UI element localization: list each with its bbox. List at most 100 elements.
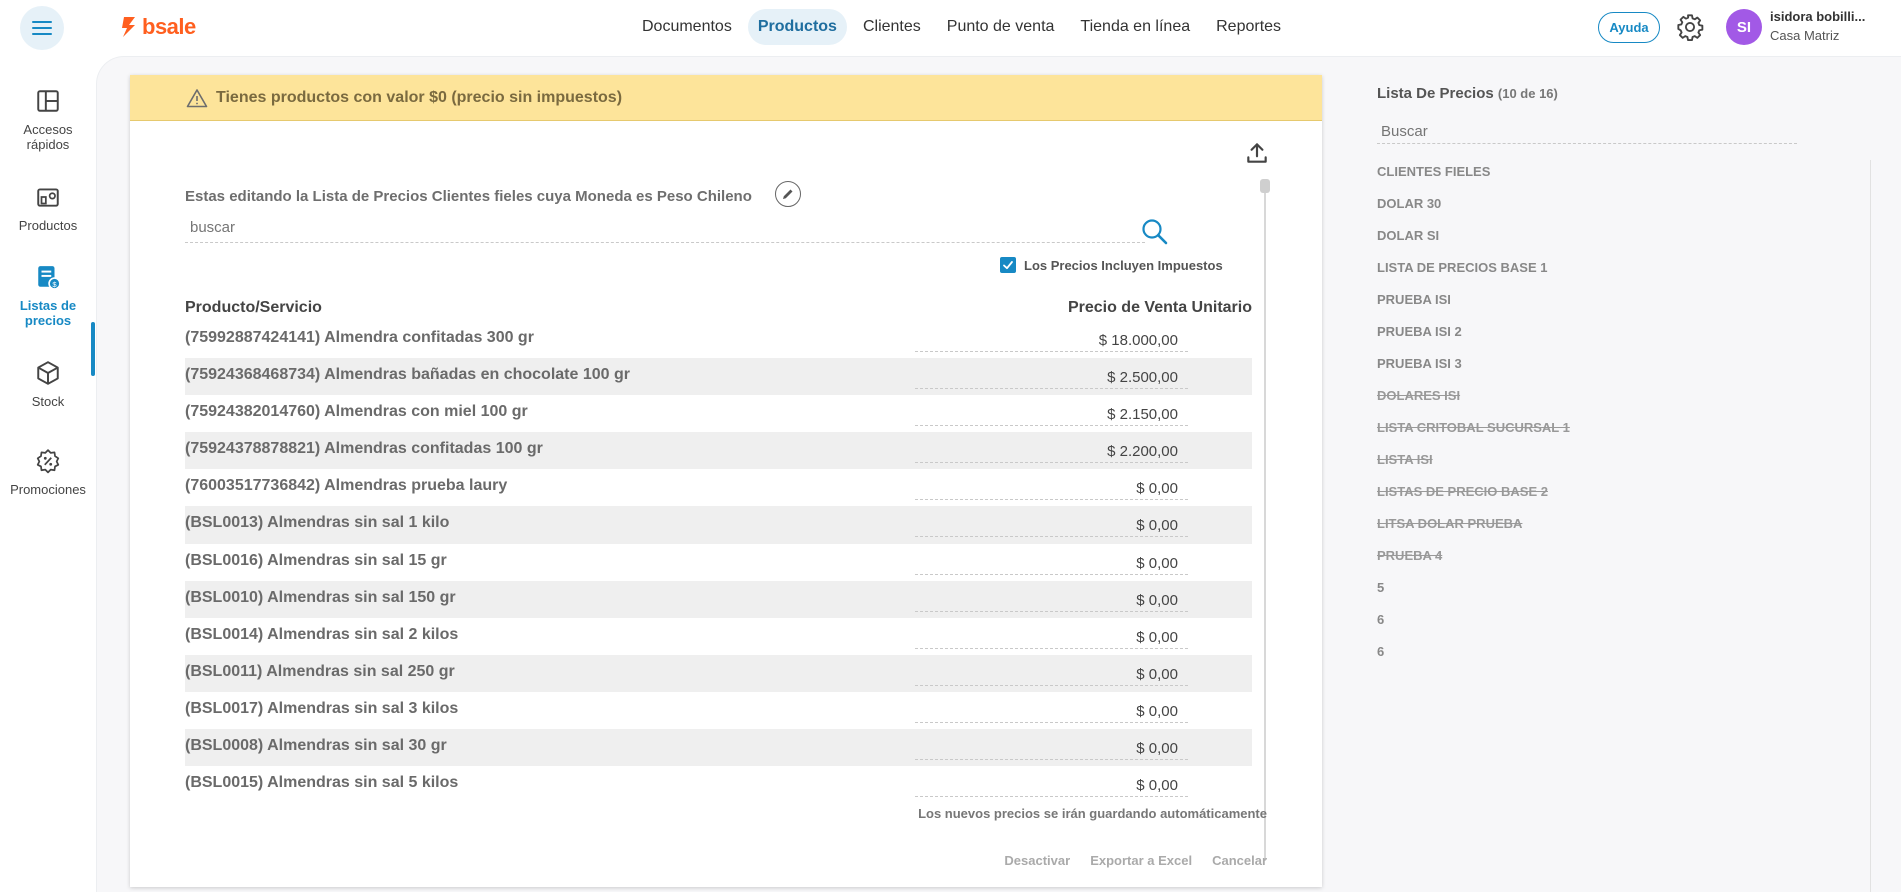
price-input[interactable]: $ 0,00 bbox=[915, 476, 1188, 501]
sidebar-item-accesos-rapidos[interactable]: Accesos rápidos bbox=[0, 88, 96, 152]
price-input[interactable]: $ 0,00 bbox=[915, 773, 1188, 798]
search-icon[interactable] bbox=[1140, 217, 1170, 247]
pencil-icon bbox=[783, 189, 793, 199]
menu-button[interactable] bbox=[20, 6, 64, 50]
avatar[interactable]: SI bbox=[1726, 9, 1762, 45]
table-row: (BSL0013) Almendras sin sal 1 kilo $ 0,0… bbox=[185, 506, 1252, 544]
price-lists-title-text: Lista De Precios bbox=[1377, 85, 1494, 102]
price-input[interactable]: $ 0,00 bbox=[915, 551, 1188, 575]
price-list-item[interactable]: PRUEBA ISI 2 bbox=[1377, 320, 1797, 352]
price-list-item-inactive[interactable]: DOLARES ISI bbox=[1377, 384, 1797, 416]
nav-punto-de-venta[interactable]: Punto de venta bbox=[937, 9, 1065, 45]
nav-clientes[interactable]: Clientes bbox=[853, 9, 931, 45]
nav-documentos[interactable]: Documentos bbox=[632, 9, 742, 45]
percent-badge-icon bbox=[36, 449, 60, 474]
tax-included-checkbox[interactable] bbox=[1000, 257, 1016, 273]
table-row: (75924378878821) Almendras confitadas 10… bbox=[185, 432, 1252, 470]
sidebar-item-label: Stock bbox=[31, 394, 65, 409]
nav-reportes[interactable]: Reportes bbox=[1206, 9, 1291, 45]
product-name: (75924382014760) Almendras con miel 100 … bbox=[185, 403, 528, 421]
table-row: (75924368468734) Almendras bañadas en ch… bbox=[185, 358, 1252, 396]
sidebar-item-label: Accesos rápidos bbox=[23, 122, 73, 152]
price-input[interactable]: $ 18.000,00 bbox=[915, 328, 1188, 352]
price-list-item[interactable]: PRUEBA ISI bbox=[1377, 288, 1797, 320]
price-list-item-inactive[interactable]: PRUEBA 4 bbox=[1377, 544, 1797, 576]
product-search-input[interactable] bbox=[190, 219, 1090, 236]
price-lists: CLIENTES FIELES DOLAR 30 DOLAR SI LISTA … bbox=[1377, 160, 1797, 672]
column-header-price: Precio de Venta Unitario bbox=[1067, 299, 1252, 316]
sidebar-item-label: Productos bbox=[18, 218, 78, 233]
bsale-logo[interactable]: bsale bbox=[120, 13, 196, 41]
price-list-item[interactable]: LISTA DE PRECIOS BASE 1 bbox=[1377, 256, 1797, 288]
table-row: (76003517736842) Almendras prueba laury … bbox=[185, 469, 1252, 506]
cube-icon bbox=[37, 361, 59, 385]
checkmark-icon bbox=[1003, 261, 1013, 270]
bolt-icon bbox=[122, 17, 135, 37]
price-input[interactable]: $ 0,00 bbox=[915, 625, 1188, 649]
product-name: (BSL0016) Almendras sin sal 15 gr bbox=[185, 551, 447, 569]
product-name: (BSL0011) Almendras sin sal 250 gr bbox=[185, 662, 455, 680]
upload-icon[interactable] bbox=[1244, 140, 1270, 166]
tax-included-checkbox-row[interactable]: Los Precios Incluyen Impuestos bbox=[1000, 257, 1223, 273]
right-panel-divider bbox=[1870, 160, 1871, 892]
price-input[interactable]: $ 2.150,00 bbox=[915, 402, 1188, 427]
price-input[interactable]: $ 2.500,00 bbox=[915, 365, 1188, 390]
price-input[interactable]: $ 0,00 bbox=[915, 699, 1188, 723]
table-row: (75992887424141) Almendra confitadas 300… bbox=[185, 321, 1252, 358]
tax-included-label: Los Precios Incluyen Impuestos bbox=[1024, 257, 1223, 273]
footer-actions: Desactivar Exportar a Excel Cancelar bbox=[990, 853, 1267, 868]
warning-text: Tienes productos con valor $0 (precio si… bbox=[216, 88, 623, 106]
price-list-item-inactive[interactable]: LISTA ISI bbox=[1377, 448, 1797, 480]
table-row: (BSL0011) Almendras sin sal 250 gr $ 0,0… bbox=[185, 654, 1252, 692]
price-input[interactable]: $ 0,00 bbox=[915, 736, 1188, 761]
sidebar-item-label: Promociones bbox=[10, 482, 86, 497]
price-list-item-inactive[interactable]: LISTA CRITOBAL SUCURSAL 1 bbox=[1377, 416, 1797, 448]
top-nav: Documentos Productos Clientes Punto de v… bbox=[632, 9, 1291, 45]
product-name: (75992887424141) Almendra confitadas 300… bbox=[185, 329, 534, 346]
price-list-search-row bbox=[1377, 120, 1797, 144]
sidebar: Accesos rápidos Productos $ Listas de pr… bbox=[0, 54, 96, 892]
help-button[interactable]: Ayuda bbox=[1598, 12, 1660, 43]
product-name: (BSL0014) Almendras sin sal 2 kilos bbox=[185, 625, 459, 643]
sidebar-item-stock[interactable]: Stock bbox=[0, 360, 96, 409]
price-list-item[interactable]: 5 bbox=[1377, 576, 1797, 608]
price-input[interactable]: $ 0,00 bbox=[915, 513, 1188, 538]
price-input[interactable]: $ 2.200,00 bbox=[915, 439, 1188, 464]
price-list-item[interactable]: DOLAR 30 bbox=[1377, 192, 1797, 224]
cancel-button[interactable]: Cancelar bbox=[1212, 853, 1267, 868]
price-list-item-inactive[interactable]: LISTAS DE PRECIO BASE 2 bbox=[1377, 480, 1797, 512]
sidebar-item-productos[interactable]: Productos bbox=[0, 184, 96, 233]
edit-list-button[interactable] bbox=[775, 181, 801, 207]
nav-tienda-en-linea[interactable]: Tienda en línea bbox=[1070, 9, 1200, 45]
price-lists-count: (10 de 16) bbox=[1497, 86, 1558, 101]
scrollbar-thumb[interactable] bbox=[1260, 179, 1270, 193]
table-row: (BSL0016) Almendras sin sal 15 gr $ 0,00 bbox=[185, 544, 1252, 581]
table-scrollbar[interactable] bbox=[1264, 185, 1266, 861]
export-excel-button[interactable]: Exportar a Excel bbox=[1090, 853, 1192, 868]
deactivate-button[interactable]: Desactivar bbox=[1004, 853, 1070, 868]
table-row: (BSL0008) Almendras sin sal 30 gr $ 0,00 bbox=[185, 729, 1252, 767]
price-list-item-inactive[interactable]: LITSA DOLAR PRUEBA bbox=[1377, 512, 1797, 544]
nav-productos[interactable]: Productos bbox=[747, 9, 847, 45]
price-list-item[interactable]: DOLAR SI bbox=[1377, 224, 1797, 256]
price-list-item[interactable]: 6 bbox=[1377, 640, 1797, 672]
top-bar: bsale Documentos Productos Clientes Punt… bbox=[0, 0, 1901, 54]
sidebar-item-listas-de-precios[interactable]: $ Listas de precios bbox=[0, 264, 96, 328]
price-input[interactable]: $ 0,00 bbox=[915, 662, 1188, 686]
editing-description: Estas editando la Lista de Precios Clien… bbox=[185, 188, 752, 205]
table-row: (BSL0017) Almendras sin sal 3 kilos $ 0,… bbox=[185, 692, 1252, 729]
price-list-item[interactable]: CLIENTES FIELES bbox=[1377, 160, 1797, 192]
price-list-search-input[interactable] bbox=[1377, 120, 1777, 140]
price-list-editor-card: Tienes productos con valor $0 (precio si… bbox=[130, 75, 1322, 887]
gear-icon[interactable] bbox=[1676, 13, 1704, 41]
user-branch: Casa Matriz bbox=[1770, 28, 1840, 43]
price-input[interactable]: $ 0,00 bbox=[915, 588, 1188, 612]
price-list-item[interactable]: 6 bbox=[1377, 608, 1797, 640]
sidebar-item-label: Listas de precios bbox=[19, 298, 77, 328]
logo-text: bsale bbox=[142, 14, 196, 39]
product-name: (76003517736842) Almendras prueba laury bbox=[185, 477, 508, 495]
user-name[interactable]: isidora bobilli... bbox=[1770, 9, 1865, 24]
products-icon bbox=[37, 188, 59, 207]
price-list-item[interactable]: PRUEBA ISI 3 bbox=[1377, 352, 1797, 384]
sidebar-item-promociones[interactable]: Promociones bbox=[0, 448, 96, 497]
